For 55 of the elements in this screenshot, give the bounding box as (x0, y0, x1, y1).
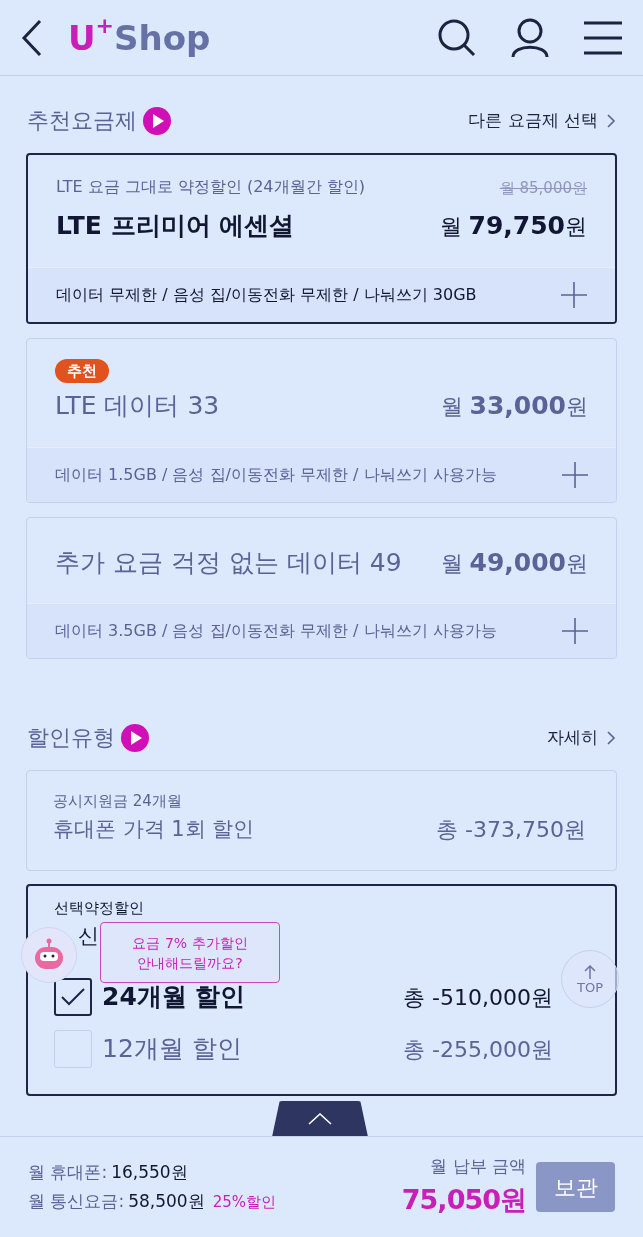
plan-subtitle: LTE 요금 그대로 약정할인 (24개월간 할인) (56, 176, 365, 198)
plan-price: 월 79,750원 (439, 210, 587, 242)
option-label: 12개월 할인 (102, 1033, 242, 1066)
arrow-up-icon (584, 964, 596, 979)
plus-icon[interactable] (562, 618, 588, 644)
plan-name: 추가 요금 걱정 없는 데이터 49 (55, 546, 402, 579)
play-icon (121, 723, 149, 752)
chatbot-avatar[interactable] (21, 927, 77, 983)
back-icon[interactable] (20, 18, 44, 57)
logo[interactable]: U+Shop (68, 20, 211, 55)
discount-total: 총 -373,750원 (436, 815, 586, 844)
menu-icon[interactable] (583, 20, 623, 55)
discount-name: 신 (78, 922, 99, 950)
plan-name: LTE 데이터 33 (55, 390, 220, 422)
plus-icon[interactable] (562, 461, 588, 488)
other-plan-link[interactable]: 다른 요금제 선택 (468, 107, 616, 134)
plan-features: 데이터 1.5GB / 음성 집/이동전화 무제한 / 나눠쓰기 사용가능 (55, 463, 497, 486)
search-icon[interactable] (437, 17, 477, 58)
save-button[interactable]: 보관 (536, 1162, 615, 1212)
user-icon[interactable] (511, 17, 549, 58)
plan-card[interactable]: 추가 요금 걱정 없는 데이터 49 월 49,000원 데이터 3.5GB / 음성 집/이동전화 무제한 / 나눠쓰기 사용가능 (26, 516, 617, 659)
recommend-badge: 추천 (55, 358, 109, 383)
plan-fee-value: 58,500원 (128, 1190, 205, 1213)
play-icon (143, 106, 171, 135)
top-button[interactable]: TOP (561, 950, 619, 1008)
discount-rate: 25%할인 (212, 1192, 276, 1213)
section-title: 추천요금제 (27, 107, 137, 135)
plan-fee-label: 월 통신요금: (28, 1190, 125, 1213)
total-value: 75,050원 (401, 1182, 526, 1217)
option-total: 총 -510,000원 (403, 983, 553, 1012)
option-label: 24개월 할인 (102, 981, 246, 1014)
chat-tooltip[interactable]: 요금 7% 추가할인 안내해드릴까요? (100, 922, 280, 983)
chevron-right-icon[interactable] (606, 729, 616, 746)
checkmark-icon (60, 987, 86, 1007)
discount-subtitle: 공시지원금 24개월 (53, 793, 182, 810)
total-label: 월 납부 금액 (430, 1155, 526, 1178)
phone-label: 월 휴대폰: (28, 1160, 108, 1184)
plan-card[interactable]: 추천 LTE 데이터 33 월 33,000원 데이터 1.5GB / 음성 집/이동전화 무제한 / 나눠쓰기 사용가능 (26, 337, 617, 503)
phone-value: 16,550원 (111, 1160, 188, 1184)
expand-handle[interactable] (272, 1101, 368, 1137)
original-price: 월 85,000원 (499, 177, 587, 199)
plan-features: 데이터 3.5GB / 음성 집/이동전화 무제한 / 나눠쓰기 사용가능 (55, 620, 497, 642)
plan-price: 월 33,000원 (440, 390, 588, 422)
plan-card[interactable]: LTE 요금 그대로 약정할인 (24개월간 할인) LTE 프리미어 에센셜 월 85,000원 월 79,750원 데이터 무제한 / 음성 집/이동전화 무제한 / 나눠쓰기 30GB (26, 153, 617, 324)
plan-features: 데이터 무제한 / 음성 집/이동전화 무제한 / 나눠쓰기 30GB (56, 283, 477, 306)
plan-price: 월 49,000원 (440, 546, 588, 579)
plus-icon[interactable] (561, 281, 587, 308)
option-total: 총 -255,000원 (403, 1035, 553, 1064)
section-title: 할인유형 (27, 724, 115, 752)
discount-card[interactable]: 공시지원금 24개월 휴대폰 가격 1회 할인 총 -373,750원 (26, 770, 617, 871)
discount-name: 휴대폰 가격 1회 할인 (53, 816, 255, 843)
discount-subtitle: 선택약정할인 (54, 899, 144, 917)
detail-link[interactable]: 자세히 (547, 724, 616, 751)
plan-name: LTE 프리미어 에센셜 (56, 210, 295, 242)
chevron-right-icon[interactable] (606, 112, 616, 129)
